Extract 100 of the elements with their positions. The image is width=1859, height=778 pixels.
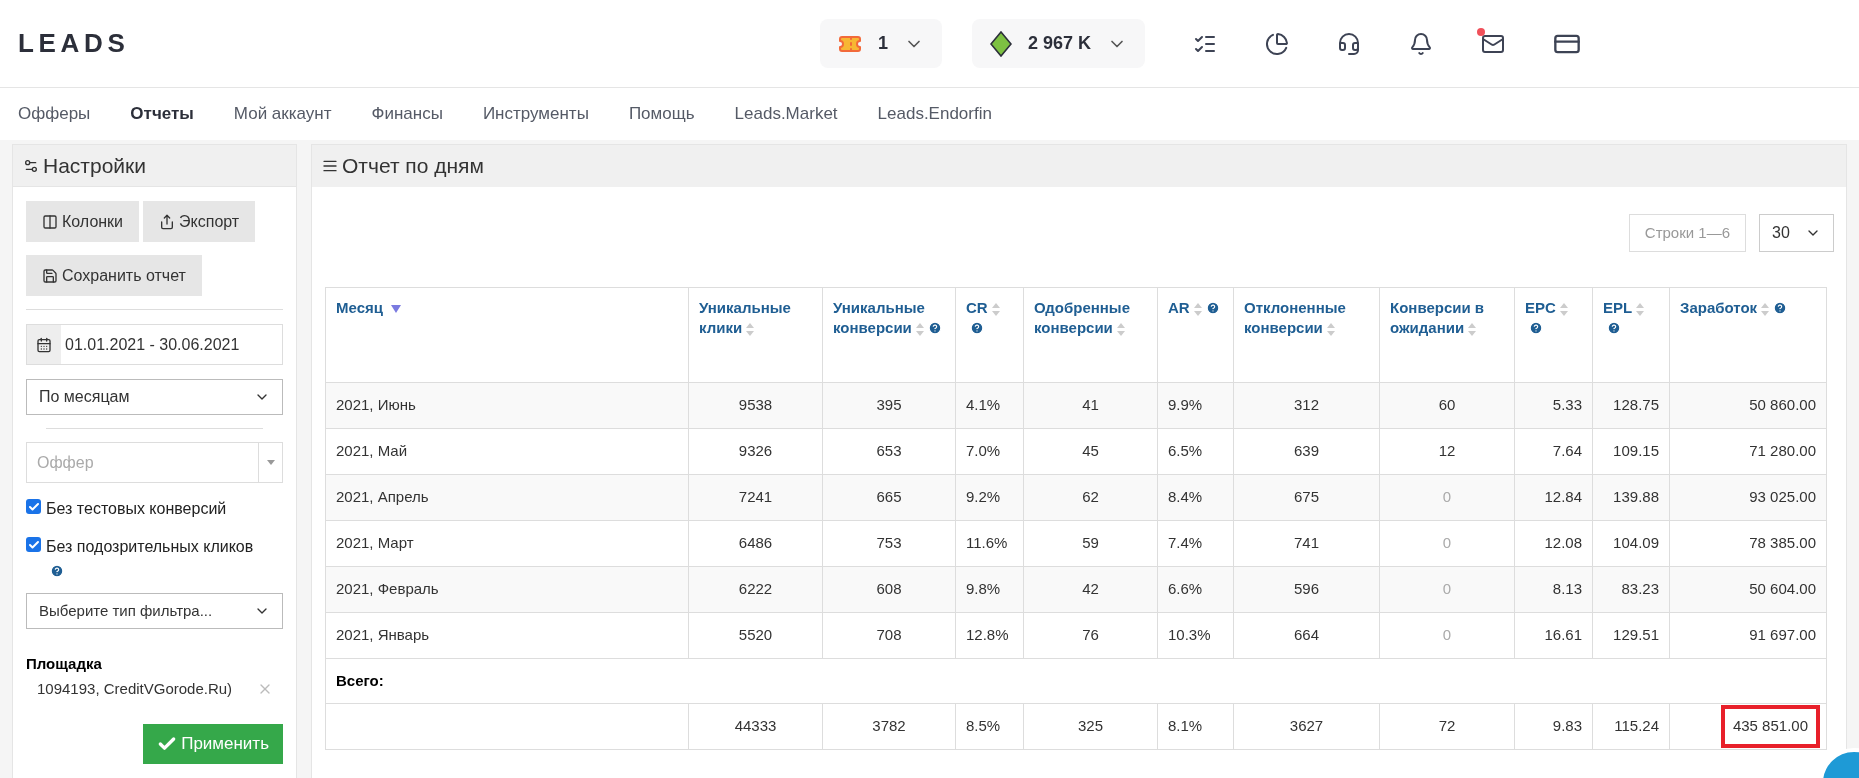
export-button[interactable]: Экспорт	[143, 201, 256, 242]
table-cell: 665	[822, 474, 956, 521]
table-cell: 104.09	[1592, 520, 1670, 567]
help-icon[interactable]	[1205, 301, 1220, 315]
nav-link[interactable]: Инструменты	[482, 101, 589, 127]
table-cell: 596	[1233, 566, 1380, 613]
page-size-select[interactable]: 30	[1759, 214, 1834, 252]
menu-icon	[322, 158, 338, 174]
column-header[interactable]: Уникальные конверсии	[822, 287, 956, 383]
checkbox[interactable]	[26, 499, 41, 514]
save-icon	[42, 267, 58, 284]
table-cell: 2021, Январь	[325, 612, 689, 659]
report-title: Отчет по дням	[342, 153, 484, 180]
table-cell: 11.6%	[955, 520, 1024, 567]
platform-label: Площадка	[26, 654, 103, 674]
help-icon[interactable]	[970, 321, 984, 335]
column-header[interactable]: Одобренные конверсии	[1023, 287, 1158, 383]
table-cell: 0	[1379, 612, 1515, 659]
help-icon[interactable]	[927, 321, 942, 335]
column-header[interactable]: Отклоненные конверсии	[1233, 287, 1380, 383]
table-cell: 129.51	[1592, 612, 1670, 659]
help-icon[interactable]	[50, 564, 64, 578]
help-icon[interactable]	[1529, 321, 1543, 335]
checkbox-label[interactable]: Без тестовых конверсий	[46, 500, 227, 517]
balance-dropdown[interactable]: 2 967 K	[971, 19, 1145, 68]
total-value: 9.83	[1551, 717, 1583, 735]
pie-chart-icon[interactable]	[1265, 31, 1289, 56]
nav-link[interactable]: Отчеты	[130, 101, 194, 127]
column-header[interactable]: CR	[955, 287, 1024, 383]
save-report-button[interactable]: Сохранить отчет	[26, 255, 202, 296]
table-cell: 41	[1023, 382, 1158, 429]
help-icon[interactable]	[1773, 301, 1788, 315]
filter-type-select[interactable]: Выберите тип фильтра...	[26, 593, 283, 629]
total-value: 44333	[733, 717, 778, 735]
columns-icon	[42, 213, 58, 230]
table-cell: 7241	[688, 474, 823, 521]
logo[interactable]: LEADS	[18, 24, 130, 63]
table-cell: 45	[1023, 428, 1158, 475]
checkbox-label[interactable]: Без подозрительных кликов	[46, 538, 254, 555]
date-range-field[interactable]: 01.01.2021 - 30.06.2021	[26, 324, 283, 365]
table-cell: 91 697.00	[1669, 612, 1827, 659]
column-header[interactable]: Конверсии в ожидании	[1379, 287, 1515, 383]
share-icon	[159, 213, 176, 230]
table-cell: 2021, Март	[325, 520, 689, 567]
table-cell: 5520	[688, 612, 823, 659]
table-cell: 2021, Февраль	[325, 566, 689, 613]
nav-link[interactable]: Leads.Endorfin	[877, 101, 992, 127]
sort-descending-icon[interactable]	[390, 305, 401, 314]
table-cell: 753	[822, 520, 956, 567]
table-cell: 9.9%	[1157, 382, 1234, 429]
table-cell: 664	[1233, 612, 1380, 659]
table-cell: 395	[822, 382, 956, 429]
table-cell: 675	[1233, 474, 1380, 521]
table-cell: 10.3%	[1157, 612, 1234, 659]
table-cell: 9.2%	[955, 474, 1024, 521]
column-header[interactable]: AR	[1157, 287, 1234, 383]
table-cell: 741	[1233, 520, 1380, 567]
table-cell: 8.4%	[1157, 474, 1234, 521]
table-cell: 93 025.00	[1669, 474, 1827, 521]
headset-icon[interactable]	[1337, 31, 1361, 56]
column-header[interactable]: EPL	[1592, 287, 1670, 383]
platform-value: 1094193, CreditVGorode.Ru)	[37, 678, 233, 699]
help-icon[interactable]	[1607, 321, 1621, 335]
table-cell: 59	[1023, 520, 1158, 567]
total-value: 3627	[1288, 717, 1325, 735]
table-cell: 6222	[688, 566, 823, 613]
table-cell: 653	[822, 428, 956, 475]
nav-link[interactable]: Мой аккаунт	[233, 101, 332, 127]
grouping-select[interactable]: По месяцам	[26, 379, 283, 415]
column-header[interactable]: Уникальные клики	[688, 287, 823, 383]
table-cell: 0	[1379, 520, 1515, 567]
total-value: 8.5%	[965, 717, 1002, 735]
columns-button[interactable]: Колонки	[26, 201, 140, 242]
table-cell: 50 860.00	[1669, 382, 1827, 429]
table-cell: 0	[1379, 566, 1515, 613]
nav-link[interactable]: Помощь	[628, 101, 695, 127]
column-header[interactable]: Месяц	[325, 287, 689, 383]
total-value: 3782	[871, 717, 907, 735]
checkbox[interactable]	[26, 537, 41, 552]
table-cell: 76	[1023, 612, 1158, 659]
tickets-dropdown[interactable]: 1	[819, 19, 942, 68]
table-cell: 42	[1023, 566, 1158, 613]
table-cell: 6.5%	[1157, 428, 1234, 475]
table-cell: 6486	[688, 520, 823, 567]
table-cell: 708	[822, 612, 956, 659]
column-header[interactable]: EPC	[1514, 287, 1593, 383]
table-cell: 639	[1233, 428, 1380, 475]
nav-link[interactable]: Leads.Market	[734, 101, 838, 127]
nav-link[interactable]: Финансы	[371, 101, 443, 127]
settings-icon	[23, 157, 39, 174]
total-value: 72	[1437, 717, 1457, 735]
table-cell: 12.84	[1514, 474, 1593, 521]
calendar-icon	[36, 336, 52, 353]
highlighted-total: 435 851.00	[1720, 705, 1820, 748]
nav-link[interactable]: Офферы	[18, 101, 91, 127]
bell-icon[interactable]	[1409, 31, 1433, 56]
table-cell: 9538	[688, 382, 823, 429]
table-cell: 2021, Май	[325, 428, 689, 475]
table-cell: 83.23	[1592, 566, 1670, 613]
column-header[interactable]: Заработок	[1669, 287, 1827, 383]
